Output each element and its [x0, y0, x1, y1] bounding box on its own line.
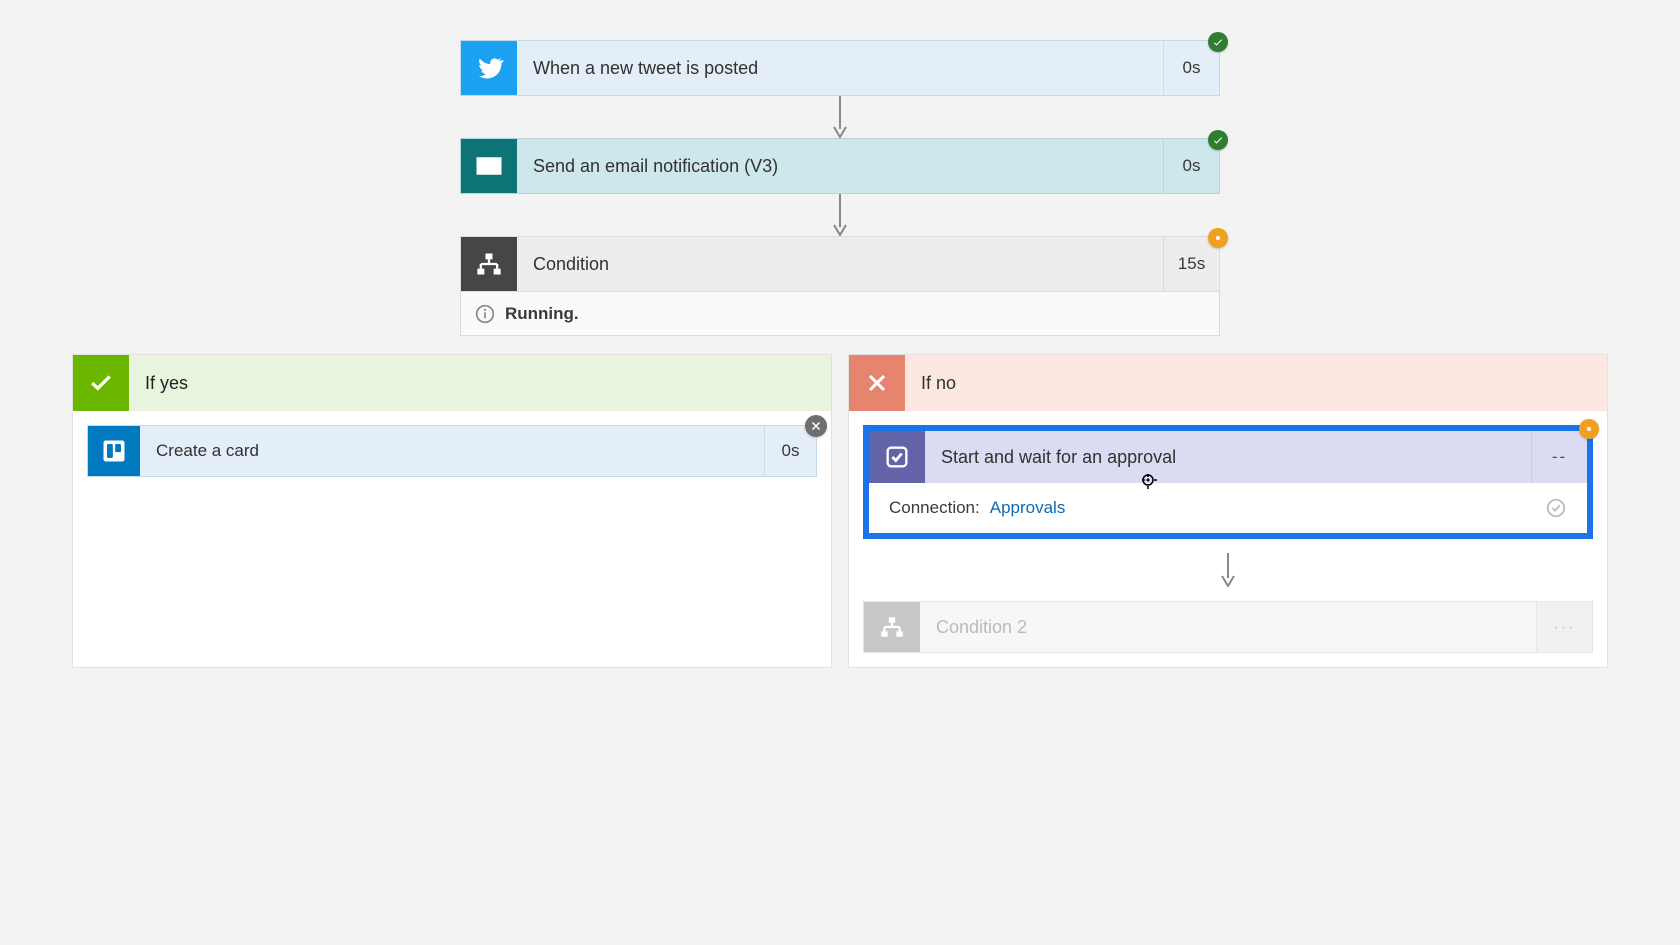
- running-badge-icon: [1579, 419, 1599, 439]
- arrow-down-icon: [840, 194, 841, 236]
- check-circle-icon: [1545, 497, 1567, 519]
- condition-2-title: Condition 2: [920, 602, 1536, 652]
- check-icon: [1208, 32, 1228, 52]
- running-badge-icon: [1208, 228, 1228, 248]
- condition-icon: [864, 602, 920, 652]
- if-yes-branch[interactable]: If yes Create a card 0s: [72, 354, 832, 668]
- trello-icon: [88, 426, 140, 476]
- arrow-down-icon: [1220, 553, 1236, 587]
- twitter-icon: [461, 41, 517, 95]
- approval-step[interactable]: Start and wait for an approval -- Connec…: [863, 425, 1593, 539]
- approval-duration: --: [1531, 431, 1587, 483]
- approval-title: Start and wait for an approval: [925, 431, 1531, 483]
- condition-status-row: Running.: [460, 292, 1220, 336]
- email-icon: [461, 139, 517, 193]
- email-notification-step[interactable]: Send an email notification (V3) 0s: [460, 138, 1220, 194]
- cancel-icon: [805, 415, 827, 437]
- create-card-title: Create a card: [140, 426, 764, 476]
- condition-2-duration: ···: [1536, 602, 1592, 652]
- connection-link[interactable]: Approvals: [990, 498, 1066, 518]
- if-no-branch[interactable]: If no Start and wait for an approval -- …: [848, 354, 1608, 668]
- check-icon: [1208, 130, 1228, 150]
- info-icon: [475, 304, 495, 324]
- if-no-title: If no: [905, 355, 1607, 411]
- if-yes-title: If yes: [129, 355, 831, 411]
- condition-title: Condition: [517, 237, 1163, 291]
- x-icon: [849, 355, 905, 411]
- checkmark-icon: [73, 355, 129, 411]
- connection-label: Connection:: [889, 498, 980, 518]
- condition-icon: [461, 237, 517, 291]
- create-card-step[interactable]: Create a card 0s: [87, 425, 817, 477]
- approval-icon: [869, 431, 925, 483]
- trigger-tweet-step[interactable]: When a new tweet is posted 0s: [460, 40, 1220, 96]
- email-step-title: Send an email notification (V3): [517, 139, 1163, 193]
- condition-2-step[interactable]: Condition 2 ···: [863, 601, 1593, 653]
- arrow-down-icon: [840, 96, 841, 138]
- trigger-tweet-title: When a new tweet is posted: [517, 41, 1163, 95]
- condition-step[interactable]: Condition 15s Running.: [460, 236, 1220, 336]
- condition-status-text: Running.: [505, 304, 579, 324]
